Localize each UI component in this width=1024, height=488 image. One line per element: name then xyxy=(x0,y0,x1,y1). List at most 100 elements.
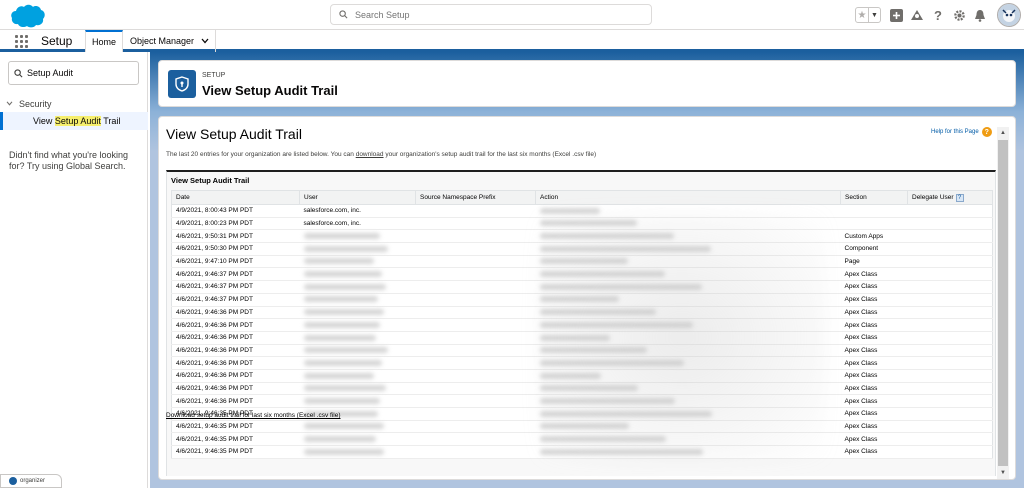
cell-action xyxy=(535,369,841,383)
bell-icon[interactable] xyxy=(970,5,990,25)
trailhead-icon[interactable] xyxy=(907,5,927,25)
scrollbar[interactable]: ▲ ▼ xyxy=(997,127,1009,479)
cell-date: 4/6/2021, 9:50:30 PM PDT xyxy=(171,242,300,256)
table-row: 4/6/2021, 9:50:31 PM PDT Custom Apps xyxy=(171,229,993,244)
cell-section: Apex Class xyxy=(840,331,908,345)
redacted-action xyxy=(539,448,703,455)
redacted-action xyxy=(539,233,674,239)
global-search-input[interactable] xyxy=(355,9,635,20)
app-name: Setup xyxy=(41,34,73,48)
global-search-box[interactable] xyxy=(330,4,652,25)
cell-section: Apex Class xyxy=(840,445,908,459)
scroll-up-icon[interactable]: ▲ xyxy=(997,127,1009,139)
cell-namespace xyxy=(415,242,536,256)
add-icon[interactable] xyxy=(886,5,906,25)
redacted-user xyxy=(303,321,380,328)
cell-delegate-user xyxy=(907,293,993,307)
cell-section: Apex Class xyxy=(840,267,908,282)
page-header-eyebrow: SETUP xyxy=(202,72,226,79)
cell-action xyxy=(535,432,841,447)
col-namespace: Source Namespace Prefix xyxy=(415,190,536,205)
cell-user xyxy=(299,420,416,434)
question-icon[interactable]: ? xyxy=(955,193,964,202)
cell-section: Apex Class xyxy=(840,394,908,408)
question-icon[interactable]: ? xyxy=(981,127,992,137)
chevron-down-icon[interactable] xyxy=(6,100,13,108)
help-link-label[interactable]: Help for this Page xyxy=(931,129,979,135)
cell-action xyxy=(535,229,841,244)
redacted-action xyxy=(539,347,647,354)
cell-user xyxy=(299,306,416,320)
cell-action xyxy=(535,394,841,408)
cell-date: 4/6/2021, 9:46:36 PM PDT xyxy=(171,318,300,332)
tree-group-security[interactable]: Security xyxy=(6,99,52,109)
cell-section: Apex Class xyxy=(840,293,908,307)
redacted-action xyxy=(539,334,610,341)
redacted-action xyxy=(539,321,693,328)
cell-user: salesforce.com, inc. xyxy=(299,204,416,218)
quick-find-input[interactable] xyxy=(27,68,135,78)
cell-date: 4/6/2021, 9:46:35 PM PDT xyxy=(171,445,300,459)
cell-delegate-user xyxy=(907,356,993,370)
star-icon[interactable]: ★ xyxy=(856,8,868,22)
sidebar-help-text: Didn't find what you're looking for? Try… xyxy=(9,150,129,171)
col-action: Action xyxy=(535,190,841,205)
description-before: The last 20 entries for your organizatio… xyxy=(166,151,356,158)
table-row: 4/6/2021, 9:46:35 PM PDT Apex Class xyxy=(171,445,993,459)
tree-item-label-suffix: Trail xyxy=(100,116,121,126)
cell-namespace xyxy=(415,255,536,269)
cell-date: 4/6/2021, 9:46:37 PM PDT xyxy=(171,293,300,307)
redacted-user xyxy=(303,271,382,278)
sidebar-item-view-setup-audit-trail[interactable]: View Setup Audit Trail xyxy=(0,112,148,130)
table-row: 4/6/2021, 9:46:36 PM PDT Apex Class xyxy=(171,356,993,370)
download-link-inline[interactable]: download xyxy=(356,151,384,158)
cell-date: 4/9/2021, 8:00:23 PM PDT xyxy=(171,217,300,231)
audit-trail-block: View Setup Audit Trail Date User Source … xyxy=(166,170,996,476)
redacted-user xyxy=(303,436,376,442)
cell-date: 4/6/2021, 9:46:36 PM PDT xyxy=(171,382,300,396)
cell-user xyxy=(299,445,416,459)
tab-home[interactable]: Home xyxy=(85,30,124,52)
cell-user xyxy=(299,394,416,408)
cell-delegate-user xyxy=(907,407,993,421)
cell-namespace xyxy=(415,217,536,231)
chevron-down-icon[interactable]: ▼ xyxy=(868,8,880,22)
download-audit-trail-link[interactable]: Download setup audit trail for last six … xyxy=(166,412,340,419)
scroll-down-icon[interactable]: ▼ xyxy=(997,467,1009,479)
cell-namespace xyxy=(415,420,536,434)
scrollbar-thumb[interactable] xyxy=(998,140,1008,466)
cell-action xyxy=(535,382,841,396)
chevron-down-icon[interactable] xyxy=(201,37,209,46)
salesforce-logo[interactable] xyxy=(10,3,46,28)
organizer-widget[interactable]: organizer xyxy=(0,474,62,488)
cell-namespace xyxy=(415,356,536,370)
organizer-label: organizer xyxy=(20,478,46,484)
redacted-user xyxy=(303,334,376,341)
redacted-action xyxy=(539,283,702,290)
help-for-page-link[interactable]: Help for this Page ? xyxy=(931,127,992,137)
redacted-action xyxy=(539,271,665,278)
cell-section xyxy=(840,204,908,218)
main-content: View Setup Audit Trail Help for this Pag… xyxy=(158,116,1016,480)
cell-section: Custom Apps xyxy=(840,229,908,244)
cell-section: Apex Class xyxy=(840,420,908,434)
redacted-user xyxy=(303,233,380,239)
cell-namespace xyxy=(415,280,536,294)
cell-section: Apex Class xyxy=(840,356,908,370)
table-row: 4/6/2021, 9:46:36 PM PDT Apex Class xyxy=(171,382,993,396)
help-icon[interactable]: ? xyxy=(928,5,948,25)
cell-user xyxy=(299,369,416,383)
cell-action xyxy=(535,204,841,218)
app-launcher-icon[interactable] xyxy=(15,35,28,48)
cell-namespace xyxy=(415,407,536,421)
quick-find-box[interactable] xyxy=(8,61,139,85)
cell-namespace xyxy=(415,229,536,244)
tab-object-manager-label: Object Manager xyxy=(130,36,195,46)
avatar[interactable] xyxy=(997,3,1021,27)
tab-object-manager[interactable]: Object Manager xyxy=(124,30,217,52)
gear-icon[interactable] xyxy=(949,5,969,25)
table-row: 4/6/2021, 9:46:35 PM PDT Apex Class xyxy=(171,420,993,434)
cell-section: Apex Class xyxy=(840,280,908,294)
redacted-user xyxy=(303,283,386,290)
favorites-group[interactable]: ★ ▼ xyxy=(855,7,881,23)
